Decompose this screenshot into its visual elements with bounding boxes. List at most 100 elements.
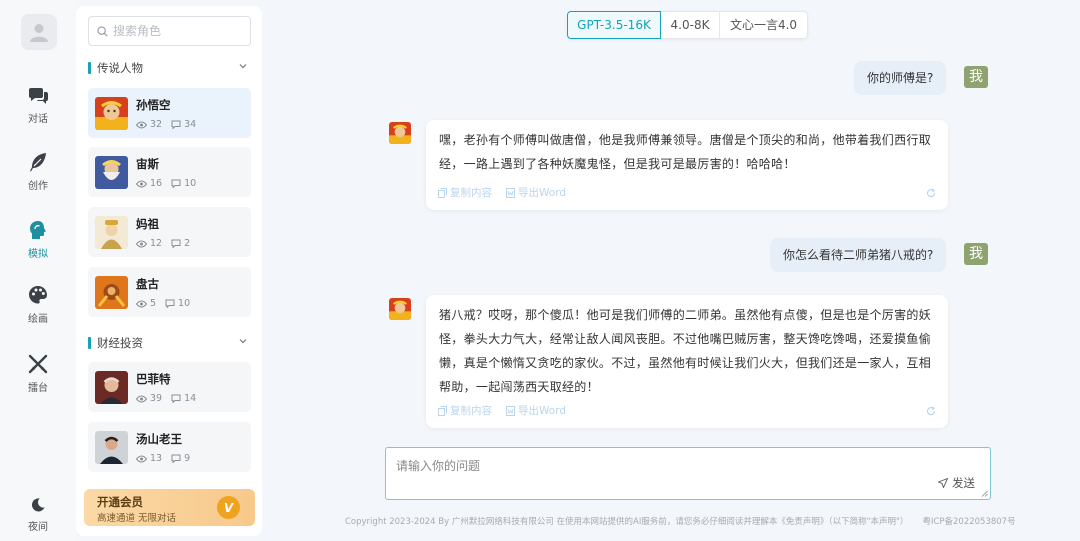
send-icon [938, 478, 948, 488]
group-header-legend[interactable]: 传说人物 [88, 58, 250, 78]
palette-icon [29, 286, 47, 304]
role-avatar [95, 156, 128, 189]
send-button[interactable]: 发送 [938, 475, 975, 491]
moon-icon [31, 498, 45, 512]
nav-label-chat: 对话 [28, 114, 48, 125]
tab-wenxin[interactable]: 文心一言4.0 [719, 11, 808, 39]
group-header-finance[interactable]: 财经投资 [88, 333, 250, 353]
message-input[interactable] [386, 448, 990, 499]
comment-icon [171, 120, 181, 129]
bot-message: 嘿，老孙有个师傅叫做唐僧，他是我师傅兼领导。唐僧是个顶尖的和尚，他带着我们西行取… [426, 120, 948, 210]
nav-item-chat[interactable]: 对话 [0, 84, 76, 136]
group-marker [88, 337, 91, 349]
user-message: 你的师傅是? [854, 61, 947, 95]
role-name: 妈祖 [136, 217, 159, 231]
word-icon [506, 187, 515, 198]
role-card-zeus[interactable]: 宙斯 16 10 [88, 147, 251, 197]
role-stats: 16 10 [136, 178, 196, 189]
send-label: 发送 [952, 476, 975, 490]
eye-icon [136, 300, 147, 307]
user-message-avatar: 我 [964, 243, 988, 265]
night-mode-label: 夜间 [28, 522, 48, 533]
export-word-button[interactable]: 导出Word [506, 403, 566, 418]
eye-icon [136, 455, 147, 462]
refresh-icon[interactable] [926, 406, 936, 416]
chevron-down-icon [239, 64, 247, 69]
message-actions: 复制内容 导出Word [438, 403, 580, 418]
chat-icon [29, 88, 48, 104]
comment-icon [171, 179, 181, 188]
tab-gpt4[interactable]: 4.0-8K [660, 11, 720, 39]
view-count: 32 [150, 119, 163, 130]
copy-icon [438, 187, 447, 198]
icp-link[interactable]: 粤ICP备2022053807号 [922, 517, 1015, 527]
user-message-avatar: 我 [964, 66, 988, 88]
role-card-pangu[interactable]: 盘古 5 10 [88, 267, 251, 317]
bot-avatar [389, 298, 411, 320]
word-icon [506, 405, 515, 416]
bot-message: 猪八戒？哎呀，那个傻瓜！他可是我们师傅的二师弟。虽然他有点傻，但是也是个厉害的妖… [426, 295, 948, 428]
role-stats: 39 14 [136, 393, 196, 404]
bot-message-text: 猪八戒？哎呀，那个傻瓜！他可是我们师傅的二师弟。虽然他有点傻，但是也是个厉害的妖… [439, 308, 932, 394]
nav-item-create[interactable]: 创作 [0, 151, 76, 203]
nav-label-simulate: 模拟 [28, 249, 48, 260]
night-mode-toggle[interactable]: 夜间 [0, 496, 76, 541]
comment-icon [171, 239, 181, 248]
eye-icon [136, 121, 147, 128]
user-message: 你怎么看待二师弟猪八戒的? [770, 238, 947, 272]
resize-grip-icon[interactable] [981, 490, 988, 497]
vip-title: 开通会员 [97, 495, 143, 509]
vip-banner[interactable]: 开通会员 高速通道 无限对话 V [84, 489, 255, 526]
group-marker [88, 62, 91, 74]
message-actions: 复制内容 导出Word [438, 185, 580, 200]
role-stats: 12 2 [136, 238, 190, 249]
role-avatar [95, 431, 128, 464]
export-label: 导出Word [518, 187, 566, 199]
nav-item-paint[interactable]: 绘画 [0, 284, 76, 336]
message-input-box: 发送 [385, 447, 991, 500]
bot-avatar [389, 122, 411, 144]
role-stats: 5 10 [136, 298, 190, 309]
comment-icon [171, 394, 181, 403]
nav-label-arena: 擂台 [28, 383, 48, 394]
copy-button[interactable]: 复制内容 [438, 403, 492, 418]
view-count: 5 [150, 298, 157, 309]
nav-item-simulate[interactable]: 模拟 [0, 219, 76, 271]
role-panel: 传说人物 孙悟空 32 34 宙斯 [76, 6, 262, 536]
nav-item-arena[interactable]: 擂台 [0, 353, 76, 405]
refresh-icon[interactable] [926, 188, 936, 198]
role-name: 盘古 [136, 277, 159, 291]
vip-badge-icon: V [217, 496, 240, 519]
nav-label-paint: 绘画 [28, 314, 48, 325]
tab-gpt35[interactable]: GPT-3.5-16K [567, 11, 661, 39]
export-label: 导出Word [518, 405, 566, 417]
left-nav: 对话 创作 模拟 绘画 擂台 夜间 [0, 0, 76, 541]
search-icon [97, 25, 108, 37]
group-title: 财经投资 [97, 336, 143, 350]
role-name: 巴菲特 [136, 372, 171, 386]
model-tabs: GPT-3.5-16K 4.0-8K 文心一言4.0 [567, 11, 808, 39]
copy-label: 复制内容 [450, 405, 492, 417]
role-avatar [95, 371, 128, 404]
export-word-button[interactable]: 导出Word [506, 185, 566, 200]
user-avatar[interactable] [21, 14, 57, 50]
eye-icon [136, 395, 147, 402]
search-input[interactable] [113, 24, 243, 38]
role-card-buffett[interactable]: 巴菲特 39 14 [88, 362, 251, 412]
role-search[interactable] [88, 16, 251, 46]
head-icon [30, 221, 46, 239]
copy-button[interactable]: 复制内容 [438, 185, 492, 200]
role-card-sunwukong[interactable]: 孙悟空 32 34 [88, 88, 251, 138]
view-count: 39 [150, 393, 163, 404]
role-card-tangshan[interactable]: 汤山老王 13 9 [88, 422, 251, 472]
vip-subtitle: 高速通道 无限对话 [97, 513, 177, 524]
copy-icon [438, 405, 447, 416]
copyright-text: Copyright 2023-2024 By 广州默拉网络科技有限公司 在使用本… [345, 517, 909, 527]
chevron-down-icon [239, 339, 247, 344]
view-count: 13 [150, 453, 163, 464]
copy-label: 复制内容 [450, 187, 492, 199]
feather-icon [30, 153, 46, 172]
bot-message-text: 嘿，老孙有个师傅叫做唐僧，他是我师傅兼领导。唐僧是个顶尖的和尚，他带着我们西行取… [439, 133, 932, 171]
view-count: 16 [150, 178, 163, 189]
role-card-mazu[interactable]: 妈祖 12 2 [88, 207, 251, 257]
